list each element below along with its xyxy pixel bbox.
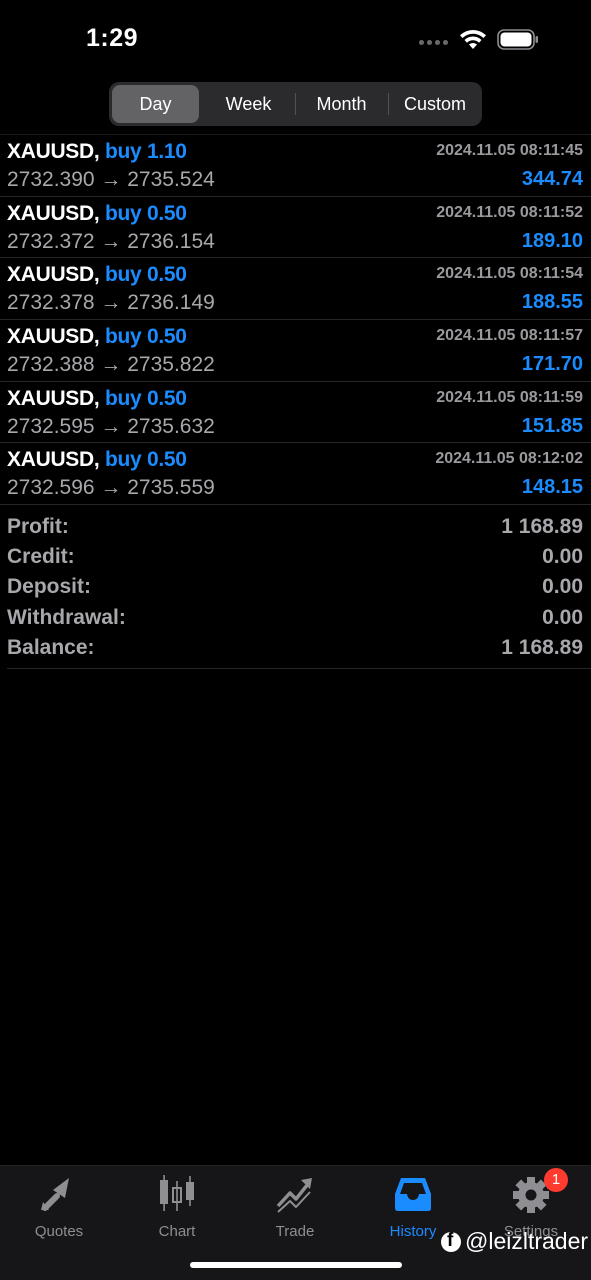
deal-time: 2024.11.05 08:11:59 [436, 388, 583, 406]
settings-notification-badge: 1 [544, 1168, 568, 1192]
deal-symbol: XAUUSD, [7, 386, 100, 410]
tab-trade[interactable]: Trade [236, 1174, 354, 1242]
watermark: @leizltrader [441, 1228, 588, 1256]
withdrawal-label: Withdrawal: [7, 605, 126, 629]
history-screen: 1:29 Day Week Month Custom XAUUSD, buy 1… [0, 0, 591, 1280]
home-indicator[interactable] [190, 1262, 402, 1268]
deal-row[interactable]: XAUUSD, buy 0.50 2024.11.05 08:11:57 273… [0, 320, 591, 382]
deal-prices: 2732.378 → 2736.149 [7, 291, 215, 315]
deal-symbol: XAUUSD, [7, 140, 100, 163]
deal-type: buy 0.50 [104, 386, 187, 410]
summary-row-deposit: Deposit: 0.00 [0, 573, 591, 603]
deal-type: buy 1.10 [104, 140, 187, 163]
deposit-value: 0.00 [542, 575, 583, 599]
deal-time: 2024.11.05 08:11:57 [436, 327, 583, 345]
wifi-icon [460, 29, 486, 49]
balance-label: Balance: [7, 635, 95, 659]
tab-quotes-label: Quotes [34, 1223, 84, 1240]
cellular-signal-icon [419, 40, 453, 48]
deal-time: 2024.11.05 08:12:02 [435, 450, 583, 468]
profit-value: 1 168.89 [501, 515, 583, 538]
deal-prices: 2732.595 → 2735.632 [7, 414, 215, 438]
deal-prices: 2732.372 → 2736.154 [7, 229, 215, 253]
deal-symbol: XAUUSD, [7, 263, 100, 287]
status-time: 1:29 [86, 24, 139, 52]
credit-value: 0.00 [542, 545, 583, 569]
tab-quotes[interactable]: Quotes [0, 1174, 118, 1242]
deal-row[interactable]: XAUUSD, buy 0.50 2024.11.05 08:11:59 273… [0, 382, 591, 444]
deal-row[interactable]: XAUUSD, buy 0.50 2024.11.05 08:11:52 273… [0, 197, 591, 259]
deal-time: 2024.11.05 08:11:54 [436, 265, 583, 283]
deal-row[interactable]: XAUUSD, buy 1.10 2024.11.05 08:11:45 273… [0, 135, 591, 197]
deal-type: buy 0.50 [104, 201, 187, 225]
history-tray-icon [395, 1178, 431, 1211]
summary-row-profit: Profit: 1 168.89 [0, 513, 591, 543]
deal-symbol: XAUUSD, [7, 448, 100, 472]
deal-prices: 2732.390 → 2735.524 [7, 168, 215, 191]
summary-row-withdrawal: Withdrawal: 0.00 [0, 604, 591, 634]
account-summary: Profit: 1 168.89 Credit: 0.00 Deposit: 0… [0, 513, 591, 664]
balance-value: 1 168.89 [501, 635, 583, 659]
deal-prices: 2732.388 → 2735.822 [7, 353, 215, 377]
tab-custom[interactable]: Custom [388, 85, 482, 123]
divider [7, 668, 591, 669]
deal-row[interactable]: XAUUSD, buy 0.50 2024.11.05 08:11:54 273… [0, 258, 591, 321]
tab-trade-label: Trade [275, 1223, 315, 1240]
deal-profit: 188.55 [521, 291, 583, 314]
deal-prices: 2732.596 → 2735.559 [7, 476, 215, 500]
deal-profit: 171.70 [521, 353, 583, 376]
summary-row-credit: Credit: 0.00 [0, 543, 591, 573]
deal-time: 2024.11.05 08:11:52 [436, 203, 583, 221]
period-segmented-control: Day Week Month Custom [109, 82, 482, 126]
tab-month[interactable]: Month [295, 85, 388, 123]
deal-profit: 148.15 [521, 476, 583, 499]
quotes-arrows-icon [41, 1176, 73, 1211]
facebook-icon [441, 1230, 461, 1252]
deal-type: buy 0.50 [104, 325, 187, 349]
tab-chart-label: Chart [158, 1223, 196, 1240]
deal-profit: 151.85 [521, 414, 583, 437]
deals-list: XAUUSD, buy 1.10 2024.11.05 08:11:45 273… [0, 135, 591, 506]
watermark-handle: @leizltrader [465, 1228, 589, 1254]
deal-row[interactable]: XAUUSD, buy 0.50 2024.11.05 08:12:02 273… [0, 443, 591, 506]
profit-label: Profit: [7, 515, 69, 538]
summary-row-balance: Balance: 1 168.89 [0, 634, 591, 664]
withdrawal-value: 0.00 [542, 605, 583, 629]
deal-type: buy 0.50 [104, 263, 187, 287]
battery-icon [497, 29, 538, 50]
deposit-label: Deposit: [7, 575, 91, 599]
deal-profit: 344.74 [521, 168, 583, 190]
status-bar: 1:29 [0, 0, 591, 80]
tab-chart[interactable]: Chart [118, 1174, 236, 1242]
trade-trend-icon [276, 1178, 312, 1213]
candlestick-chart-icon [160, 1175, 194, 1211]
deal-type: buy 0.50 [104, 448, 187, 472]
deal-profit: 189.10 [521, 229, 583, 252]
tab-week[interactable]: Week [202, 85, 295, 123]
deal-time: 2024.11.05 08:11:45 [436, 142, 583, 159]
deal-symbol: XAUUSD, [7, 325, 100, 349]
credit-label: Credit: [7, 545, 75, 569]
deal-symbol: XAUUSD, [7, 201, 100, 225]
tab-day[interactable]: Day [112, 85, 199, 123]
